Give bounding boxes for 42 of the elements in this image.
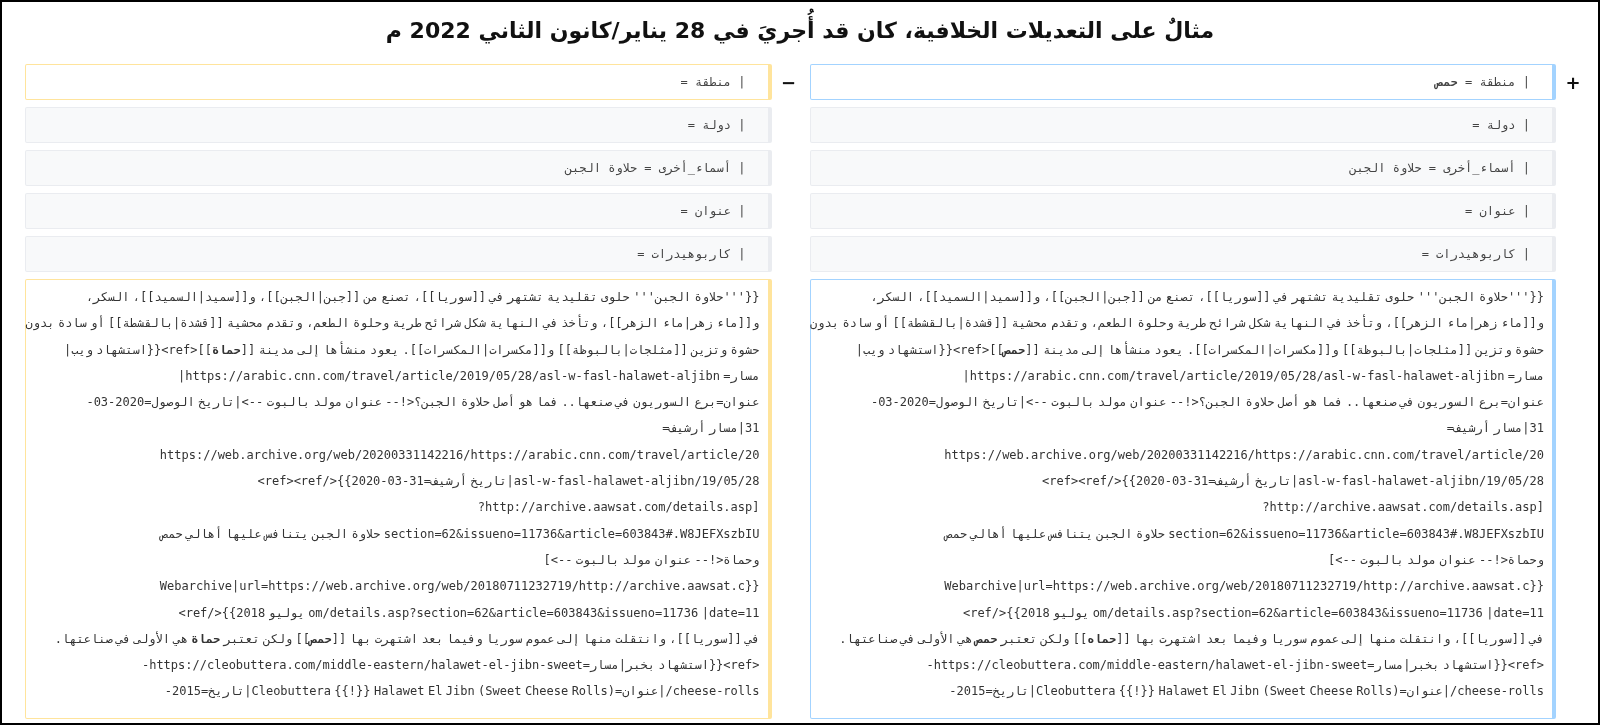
code-line: 31|مسار أرشيف=: [661, 419, 760, 438]
code-line: {{Webarchive|url=https://web.archive.org/web/20180711232719/http://archive.aawsat.c: [943, 578, 1544, 596]
code-line: وحماة<!-- عنوان مولد بالبوت -->]: [1327, 551, 1544, 570]
code-line: مسار= https://arabic.cnn.com/travel/article/2019/05/28/asl-w-fasl-halawet-aljibn|: [961, 367, 1544, 385]
code-line: om/details.asp?section=62&article=603843&issueno=11736 |date=11 يوليو 2018}}</ref>: [961, 604, 1544, 622]
code-line: {{Webarchive|url=https://web.archive.org/web/20180711232719/http://archive.aawsat.c: [158, 578, 760, 596]
code-line: {{'''حلاوة الجبن''' حلوى تقليدية تشتهر في [[سوريا]]، تصنع من [[جبن|الجبن]]، و[[سميد|السميد]]، السكر،: [85, 289, 760, 307]
code-line: https://web.archive.org/web/20200331142216/https://arabic.cnn.com/travel/article/20: [158, 446, 760, 464]
diff-row: | أسماء_أخرى = حلاوة الجبن: [809, 150, 1556, 186]
code-line: [http://archive.aawsat.com/details.asp?: [1261, 499, 1544, 517]
diff-marker: −: [781, 70, 796, 95]
code-line: {{'''حلاوة الجبن''' حلوى تقليدية تشتهر في [[سوريا]]، تصنع من [[جبن|الجبن]]، و[[سميد|السميد]]، السكر،: [869, 289, 1544, 307]
code-line: عنوان=برع السوريون في صنعها.. فما هو أصل حلاوة الجبن؟<!-- عنوان مولد بالبوت -->|تاريخ الوصول=2020-03-: [869, 393, 1544, 412]
diff-row: | منطقة =: [25, 64, 772, 100]
diff-row: | منطقة = حمص: [809, 64, 1556, 100]
diff-row: | عنوان =: [25, 193, 772, 229]
code-line: مسار= https://arabic.cnn.com/travel/article/2019/05/28/asl-w-fasl-halawet-aljibn|: [177, 367, 760, 385]
code-line: section=62&issueno=11736&article=603843#.W8JEFXszbIU حلاوة الجبن يتنافس عليها أهالي حمص: [942, 525, 1544, 544]
code-line: حشوة وتزين [[مثلجات|بالبوظة]] و[[مكسرات|المكسرات]]. يعود منشأها إلى مدينة [[حمص]]<ref>{{استشهاد ويب|: [854, 340, 1544, 360]
code-line: وحماة<!-- عنوان مولد بالبوت -->]: [542, 551, 760, 570]
code-line: 31|مسار أرشيف=: [1445, 419, 1544, 438]
diff-row: | كاربوهيدرات =: [25, 236, 772, 272]
code-line: في [[سوريا]]، وانتقلت منها إلى عموم سوريا وفيما بعد اشتهرت بها [[حماه]] ولكن تعتبر حمص هي الأولى في صناعتها.: [838, 630, 1544, 649]
diff-row: | دولة =: [809, 107, 1556, 143]
code-line: في [[سوريا]]، وانتقلت منها إلى عموم سوريا وفيما بعد اشتهرت بها [[حمص]] ولكن تعتبر حماة هي الأولى في صناعتها.: [53, 630, 760, 649]
code-line: <ref>{{استشهاد بخبر|مسار=https://cleobuttera.com/middle-eastern/halawet-el-jibn-sweet-: [140, 657, 760, 675]
diff-marker: +: [1566, 70, 1580, 95]
code-line: عنوان=برع السوريون في صنعها.. فما هو أصل حلاوة الجبن؟<!-- عنوان مولد بالبوت -->|تاريخ الوصول=2020-03-: [85, 393, 760, 412]
code-line: cheese-rolls/|عنوان=Cleobuttera {{!}} Halawet El Jibn (Sweet Cheese Rolls)|تاريخ=2015-: [163, 683, 760, 701]
diff-row: | أسماء_أخرى = حلاوة الجبن: [25, 150, 772, 186]
code-line: https://web.archive.org/web/20200331142216/https://arabic.cnn.com/travel/article/20: [943, 446, 1544, 464]
code-line: <ref>{{استشهاد بخبر|مسار=https://cleobuttera.com/middle-eastern/halawet-el-jibn-sweet-: [925, 657, 1544, 675]
code-line: section=62&issueno=11736&article=603843#.W8JEFXszbIU حلاوة الجبن يتنافس عليها أهالي حمص: [158, 525, 760, 544]
code-line: حشوة وتزين [[مثلجات|بالبوظة]] و[[مكسرات|المكسرات]]. يعود منشأها إلى مدينة [[حماة]]<ref>{{استشهاد ويب|: [62, 340, 760, 360]
diff-row: | عنوان =: [809, 193, 1556, 229]
code-line: 19/05/28/asl-w-fasl-halawet-aljibn|تاريخ أرشيف=31-03-2020}}</ref><ref>: [1041, 472, 1544, 491]
code-line: [http://archive.aawsat.com/details.asp?: [476, 499, 760, 517]
code-line: cheese-rolls/|عنوان=Cleobuttera {{!}} Halawet El Jibn (Sweet Cheese Rolls)|تاريخ=2015-: [948, 683, 1544, 701]
diff-row: | كاربوهيدرات =: [809, 236, 1556, 272]
code-line: 19/05/28/asl-w-fasl-halawet-aljibn|تاريخ أرشيف=31-03-2020}}</ref><ref>: [256, 472, 760, 491]
diff-row: | دولة =: [25, 107, 772, 143]
code-line: om/details.asp?section=62&article=603843&issueno=11736 |date=11 يوليو 2018}}</ref>: [177, 604, 760, 623]
